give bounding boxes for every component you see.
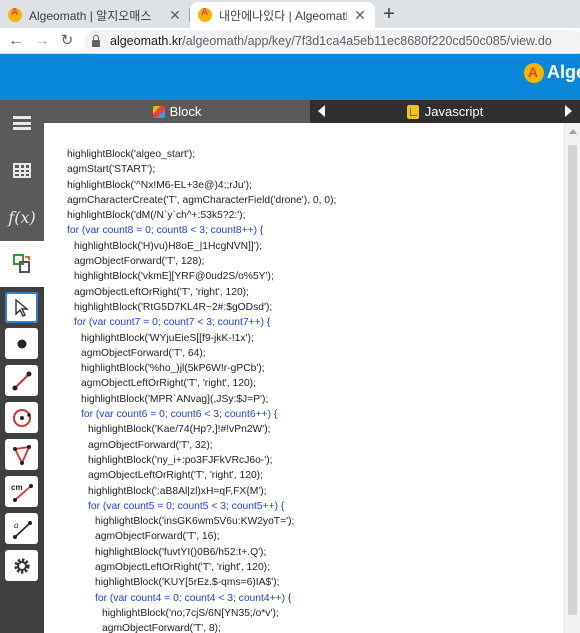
code-line: highlightBlock(':aB8Al|zl)xH=qF,FX{M');	[88, 485, 267, 497]
close-tab-icon[interactable]: ✕	[353, 7, 367, 24]
polygon-tool[interactable]	[5, 439, 38, 470]
browser-tab-strip: Algeomath | 알지오매스 ✕ 내안에나있다 | Algeomath |…	[0, 0, 580, 28]
table-icon	[13, 162, 31, 178]
javascript-file-icon	[406, 104, 419, 119]
circle-tool[interactable]	[5, 402, 38, 433]
circle-icon	[12, 408, 31, 427]
url-path: /algeomath/app/key/7f3d1ca4a5eb11ec8680f…	[182, 34, 552, 48]
next-arrow-icon[interactable]	[565, 105, 572, 117]
segment-tool[interactable]	[5, 365, 38, 396]
tools-toggle-button[interactable]	[0, 241, 44, 287]
code-listing: highlightBlock('algeo_start'); agmStart('…	[67, 147, 336, 633]
function-icon: f(x)	[8, 207, 36, 227]
editor-scrollbar[interactable]	[564, 123, 580, 633]
polygon-icon	[12, 444, 31, 465]
settings-tool[interactable]	[5, 550, 38, 581]
brand-logo[interactable]: Algeo	[524, 62, 580, 83]
menu-button[interactable]	[0, 100, 44, 146]
close-tab-icon[interactable]: ✕	[168, 7, 182, 24]
block-cube-icon	[152, 105, 165, 118]
javascript-code-editor[interactable]: highlightBlock('algeo_start'); agmStart('…	[44, 123, 564, 633]
reload-icon[interactable]: ↻	[57, 30, 77, 52]
code-line: highlightBlock('fuvtYI()0B6/h52:t+.Q');	[95, 546, 267, 558]
code-line: highlightBlock('insGK6wm5V6u:KW2yoT=');	[95, 516, 295, 528]
tab-block[interactable]: Block	[44, 100, 310, 123]
code-line-for-loop: for (var count7 = 0; count7 < 3; count7+…	[74, 317, 271, 329]
measure-angle-tool[interactable]: a	[5, 513, 38, 544]
code-line-for-loop: for (var count4 = 0; count4 < 3; count4+…	[95, 592, 292, 604]
code-line-for-loop: for (var count8 = 0; count8 < 3; count8+…	[67, 225, 264, 237]
code-line: agmObjectForward('T', 64);	[81, 347, 206, 359]
tab-javascript[interactable]: Javascript	[310, 100, 580, 123]
code-line: agmObjectForward('T', 32);	[88, 439, 213, 451]
measure-length-icon: cm	[11, 483, 33, 502]
code-line: agmObjectLeftOrRight('T', 'right', 120);	[95, 562, 270, 574]
gear-icon	[13, 557, 30, 574]
point-tool[interactable]	[5, 328, 38, 359]
browser-tab-title: 내안에나있다 | Algeomath | 알지	[219, 8, 347, 23]
code-line: highlightBlock('vkmE][YRF@0ud2S/o%5Y');	[74, 271, 274, 283]
code-line: highlightBlock('dM(/N`y`ch^+:53k5?2:');	[67, 210, 246, 222]
code-line-for-loop: for (var count6 = 0; count6 < 3; count6+…	[81, 409, 278, 421]
back-arrow-icon[interactable]: ←	[6, 30, 26, 52]
scrollbar-thumb[interactable]	[568, 145, 577, 615]
browser-tab-title: Algeomath | 알지오매스	[29, 8, 152, 23]
code-line: highlightBlock('Kae/74(Hp?,]!#!vPn2W');	[88, 424, 271, 436]
code-line: highlightBlock('H)vu)H8oE_|1HcgNVN]]');	[74, 240, 263, 252]
code-line: highlightBlock('ny_i+:po3FJFkVRcJ6o-');	[88, 454, 273, 466]
browser-tab-current[interactable]: 내안에나있다 | Algeomath | 알지 ✕	[190, 2, 375, 28]
code-line: agmObjectForward('T', 8);	[102, 623, 221, 633]
algeomath-logo-icon	[524, 62, 544, 83]
algeomath-favicon-icon	[198, 7, 212, 22]
code-line: agmObjectLeftOrRight('T', 'right', 120);	[81, 378, 256, 390]
code-line: agmObjectLeftOrRight('T', 'right', 120);	[88, 470, 263, 482]
editor-mode-bar: Block Javascript	[44, 100, 580, 123]
table-view-button[interactable]	[0, 147, 44, 193]
scroll-up-arrow-icon[interactable]	[569, 129, 577, 134]
code-line: highlightBlock('no;7cjS/6N[YN35;/o*v');	[102, 607, 279, 619]
code-line: agmObjectLeftOrRight('T', 'right', 120);	[74, 286, 249, 298]
browser-tab-algeomath[interactable]: Algeomath | 알지오매스 ✕	[0, 2, 190, 28]
code-line: highlightBlock('MPR`ANvag](,JSy:$J=P');	[81, 393, 269, 405]
measure-length-tool[interactable]: cm	[5, 476, 38, 507]
url-host: algeomath.kr	[110, 34, 183, 48]
tab-block-label: Block	[169, 104, 202, 119]
lock-icon[interactable]	[92, 34, 100, 47]
code-line: agmObjectForward('T', 16);	[95, 531, 220, 543]
tool-sidebar: f(x) cm a	[0, 100, 44, 633]
code-line: agmStart('START');	[67, 164, 156, 176]
measure-angle-icon: a	[12, 520, 32, 539]
app-header: Algeo	[0, 54, 580, 100]
code-line: highlightBlock('WYjuEieS[[f9-jkK-!1x');	[81, 332, 254, 344]
new-tab-button[interactable]: +	[378, 3, 400, 25]
code-line: highlightBlock('^Nx!M6-EL+3e@)4;;rJu');	[67, 179, 252, 191]
code-line-for-loop: for (var count5 = 0; count5 < 3; count5+…	[88, 500, 285, 512]
code-line: highlightBlock('KUY[5rEz.$-qms=6)IA$');	[95, 577, 280, 589]
cursor-arrow-icon	[14, 298, 29, 317]
select-arrow-tool[interactable]	[5, 292, 38, 323]
tab-javascript-label: Javascript	[424, 104, 484, 119]
code-line: highlightBlock('algeo_start');	[67, 149, 196, 160]
segment-icon	[12, 371, 31, 390]
measure-unit-label: cm	[11, 483, 23, 492]
code-line: agmObjectForward('T', 128);	[74, 256, 205, 268]
svg-text:a: a	[14, 520, 19, 530]
forward-arrow-icon[interactable]: →	[32, 30, 52, 52]
function-button[interactable]: f(x)	[0, 194, 44, 240]
code-line: agmCharacterCreate('T', agmCharacterFiel…	[67, 194, 337, 206]
code-line: highlightBlock('RtG5D7KL4R~2#:$gODsd');	[74, 301, 273, 313]
browser-toolbar: ← → ↻ algeomath.kr /algeomath/app/key/7f…	[0, 28, 580, 54]
brand-name: Algeo	[547, 62, 580, 82]
point-icon	[17, 339, 26, 348]
tools-toggle-icon	[13, 254, 30, 273]
algeomath-favicon-icon	[8, 7, 22, 22]
previous-arrow-icon[interactable]	[318, 105, 325, 117]
hamburger-menu-icon	[13, 116, 31, 130]
code-line: highlightBlock('%ho_)jl(5kP6W!r-gPCb');	[81, 363, 265, 375]
address-bar[interactable]: algeomath.kr /algeomath/app/key/7f3d1ca4…	[84, 30, 580, 52]
